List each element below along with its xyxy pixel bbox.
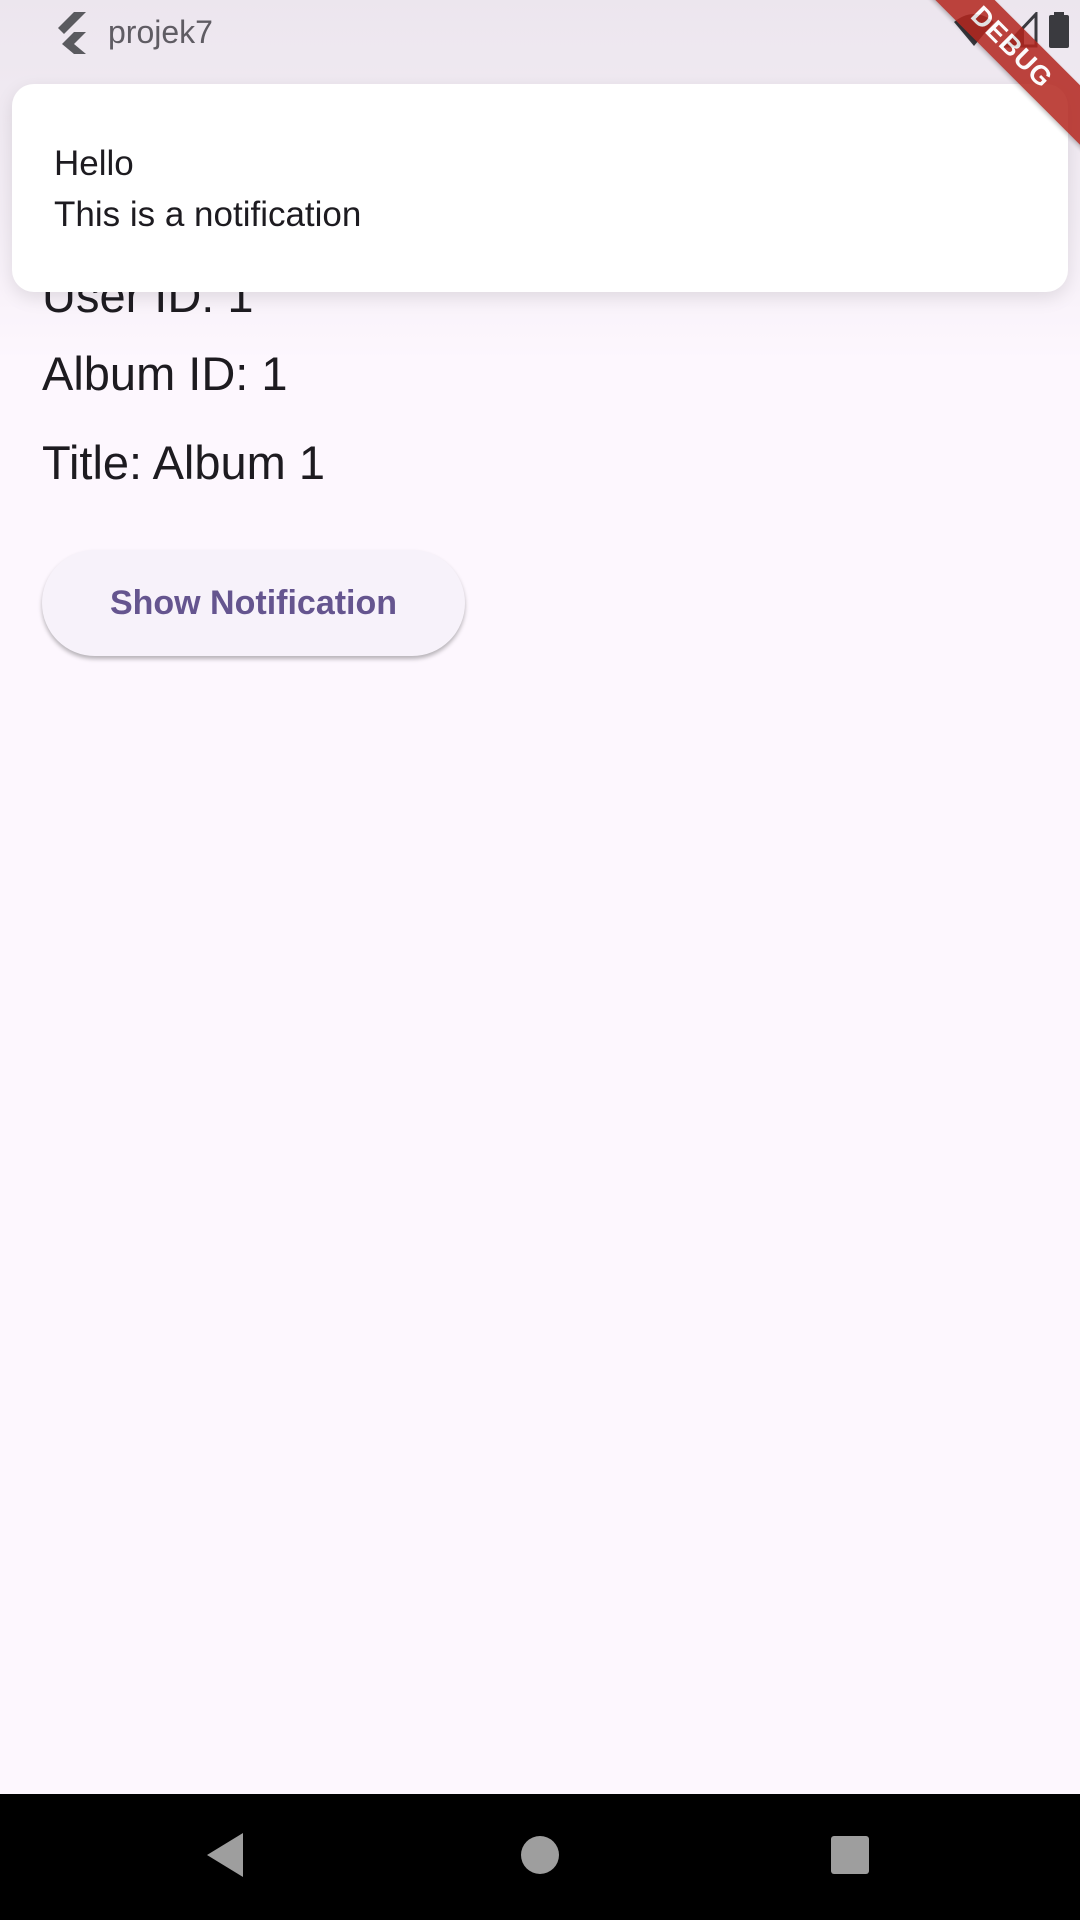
- back-icon: [203, 1831, 247, 1884]
- status-app-title: projek7: [108, 14, 213, 50]
- album-title-text: Title: Album 1: [42, 436, 325, 489]
- battery-icon: [1048, 11, 1070, 53]
- back-button[interactable]: [155, 1794, 295, 1920]
- recents-button[interactable]: [780, 1794, 920, 1920]
- home-button[interactable]: [470, 1794, 610, 1920]
- notification-card[interactable]: Hello This is a notification: [12, 84, 1068, 292]
- app-screen: User ID: 1 Album ID: 1 Title: Album 1 Sh…: [0, 0, 1080, 1920]
- flutter-logo-icon: [52, 10, 92, 54]
- show-notification-button[interactable]: Show Notification: [42, 550, 465, 656]
- home-icon: [520, 1835, 560, 1880]
- notification-title: Hello: [54, 144, 134, 183]
- notification-body: This is a notification: [54, 195, 362, 234]
- status-bar: projek7: [0, 0, 1080, 66]
- navigation-bar: [0, 1794, 1080, 1920]
- recents-icon: [830, 1835, 870, 1880]
